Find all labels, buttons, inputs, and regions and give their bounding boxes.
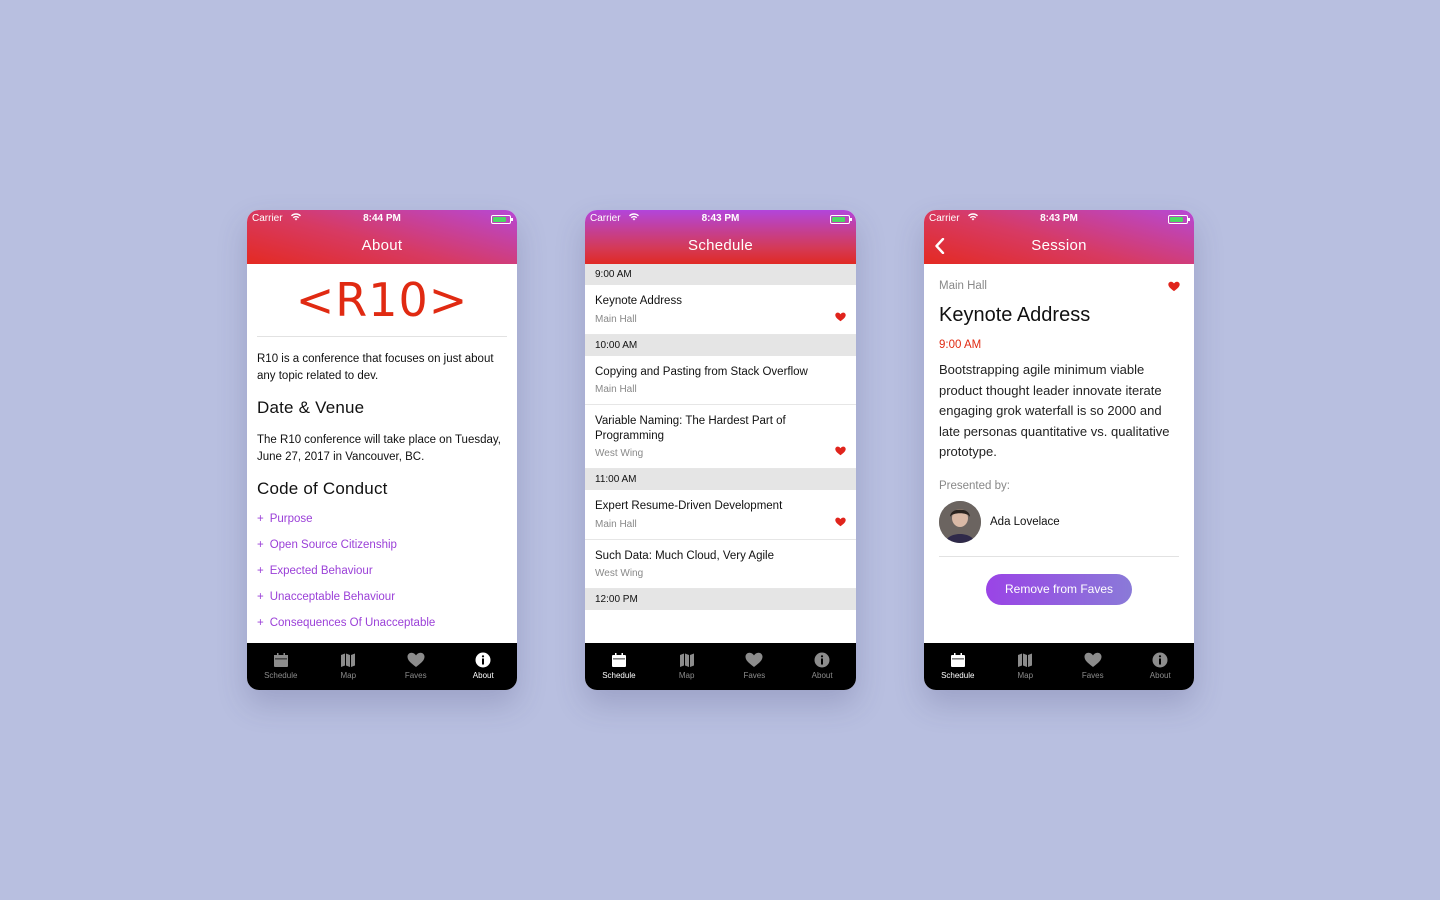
- speaker-name: Ada Lovelace: [990, 515, 1060, 528]
- calendar-icon: [611, 653, 626, 667]
- session-row[interactable]: Such Data: Much Cloud, Very Agile West W…: [585, 539, 856, 589]
- divider: [939, 555, 1179, 557]
- tab-bar: Schedule Map Faves About: [585, 643, 856, 690]
- session-location: Main Hall: [595, 313, 637, 325]
- session-title: Expert Resume-Driven Development: [595, 500, 783, 512]
- tab-about[interactable]: About: [788, 643, 856, 690]
- session-location: West Wing: [595, 448, 644, 459]
- tab-schedule[interactable]: Schedule: [585, 643, 653, 690]
- plus-icon: +: [257, 617, 264, 629]
- tab-faves[interactable]: Faves: [721, 643, 789, 690]
- calendar-icon: [950, 653, 965, 667]
- session-location: Main Hall: [595, 384, 637, 395]
- map-icon: [679, 653, 694, 667]
- battery-icon: [830, 215, 852, 224]
- divider: [257, 336, 507, 337]
- map-icon: [341, 653, 356, 667]
- session-row[interactable]: Expert Resume-Driven Development Main Ha…: [585, 490, 856, 540]
- session-time: 9:00 AM: [939, 339, 982, 351]
- session-title: Keynote Address: [595, 295, 682, 307]
- schedule-header: Carrier 8:43 PM Schedule: [585, 210, 856, 264]
- calendar-icon: [273, 653, 288, 667]
- about-content[interactable]: <R10> R10 is a conference that focuses o…: [247, 264, 517, 644]
- time-header: 10:00 AM: [585, 334, 856, 356]
- heart-icon: [745, 652, 763, 667]
- map-icon: [1018, 653, 1033, 667]
- schedule-screen: Carrier 8:43 PM Schedule 9:00 AM Keynote…: [585, 210, 856, 690]
- status-time: 8:43 PM: [701, 213, 740, 224]
- time-header: 9:00 AM: [585, 264, 856, 285]
- status-bar: Carrier 8:43 PM: [924, 212, 1194, 226]
- session-header: Carrier 8:43 PM Session: [924, 210, 1194, 264]
- status-time: 8:43 PM: [1040, 213, 1078, 224]
- tab-schedule[interactable]: Schedule: [247, 643, 315, 690]
- session-row[interactable]: Copying and Pasting from Stack Overflow …: [585, 355, 856, 405]
- info-icon: [814, 652, 830, 668]
- coc-item-purpose[interactable]: + Purpose: [257, 513, 507, 525]
- coc-item-unacceptable[interactable]: + Unacceptable Behaviour: [257, 591, 507, 603]
- coc-item-open-source[interactable]: + Open Source Citizenship: [257, 539, 507, 551]
- info-icon: [1152, 652, 1168, 668]
- battery-icon: [491, 215, 513, 224]
- date-venue-text: The R10 conference will take place on Tu…: [257, 434, 501, 463]
- session-title: Copying and Pasting from Stack Overflow: [595, 365, 808, 378]
- about-header: Carrier 8:44 PM About: [247, 210, 517, 264]
- session-location: West Wing: [595, 568, 644, 579]
- avatar: [939, 500, 981, 543]
- coc-item-consequences[interactable]: + Consequences Of Unacceptable: [257, 617, 507, 629]
- speaker-row[interactable]: Ada Lovelace: [939, 500, 1179, 543]
- session-detail[interactable]: Main Hall Keynote Address 9:00 AM Bootst…: [924, 264, 1194, 644]
- r10-logo: <R10>: [295, 273, 469, 327]
- heart-icon: [407, 652, 425, 667]
- time-header: 12:00 PM: [585, 589, 856, 610]
- time-header: 11:00 AM: [585, 469, 856, 490]
- session-row[interactable]: Keynote Address Main Hall: [585, 285, 856, 335]
- session-screen: Carrier 8:43 PM Session Main Hall Keynot…: [924, 210, 1194, 690]
- plus-icon: +: [257, 565, 264, 577]
- session-description: Bootstrapping agile minimum viable produ…: [939, 362, 1170, 459]
- tab-about[interactable]: About: [1127, 643, 1195, 690]
- coc-item-expected[interactable]: + Expected Behaviour: [257, 565, 507, 577]
- status-bar: Carrier 8:44 PM: [247, 212, 517, 226]
- page-title: Session: [1031, 237, 1087, 254]
- session-location: Main Hall: [939, 280, 987, 292]
- about-screen: Carrier 8:44 PM About <R10> R10 is a con…: [247, 210, 517, 690]
- plus-icon: +: [257, 591, 264, 603]
- battery-icon: [1168, 215, 1190, 224]
- session-title: Variable Naming: The Hardest Part of Pro…: [595, 415, 786, 442]
- session-title: Such Data: Much Cloud, Very Agile: [595, 549, 774, 562]
- intro-text: R10 is a conference that focuses on just…: [257, 353, 494, 382]
- coc-heading: Code of Conduct: [257, 479, 388, 498]
- tab-faves[interactable]: Faves: [1059, 643, 1127, 690]
- page-title: About: [361, 237, 403, 254]
- heart-icon: [1084, 652, 1102, 667]
- session-location: Main Hall: [595, 518, 637, 530]
- remove-from-faves-button[interactable]: Remove from Faves: [986, 573, 1132, 605]
- tab-map[interactable]: Map: [653, 643, 721, 690]
- status-time: 8:44 PM: [363, 213, 401, 224]
- session-title: Keynote Address: [939, 304, 1091, 326]
- heart-icon: [835, 517, 846, 526]
- heart-icon: [835, 446, 846, 456]
- status-bar: Carrier 8:43 PM: [585, 212, 856, 226]
- tab-faves[interactable]: Faves: [382, 643, 450, 690]
- date-venue-heading: Date & Venue: [257, 398, 365, 417]
- tab-about[interactable]: About: [450, 643, 518, 690]
- heart-icon: [1168, 281, 1180, 292]
- tab-map[interactable]: Map: [315, 643, 383, 690]
- info-icon: [475, 652, 491, 668]
- plus-icon: +: [257, 539, 264, 551]
- tab-bar: Schedule Map Faves About: [247, 643, 517, 690]
- session-row[interactable]: Variable Naming: The Hardest Part of Pro…: [585, 405, 856, 469]
- presented-by-label: Presented by:: [939, 479, 1010, 492]
- schedule-list[interactable]: 9:00 AM Keynote Address Main Hall 10:00 …: [585, 264, 856, 644]
- tab-schedule[interactable]: Schedule: [924, 643, 992, 690]
- tab-bar: Schedule Map Faves About: [924, 643, 1194, 690]
- heart-icon: [835, 312, 846, 321]
- page-title: Schedule: [688, 237, 753, 254]
- tab-map[interactable]: Map: [992, 643, 1060, 690]
- plus-icon: +: [257, 513, 264, 525]
